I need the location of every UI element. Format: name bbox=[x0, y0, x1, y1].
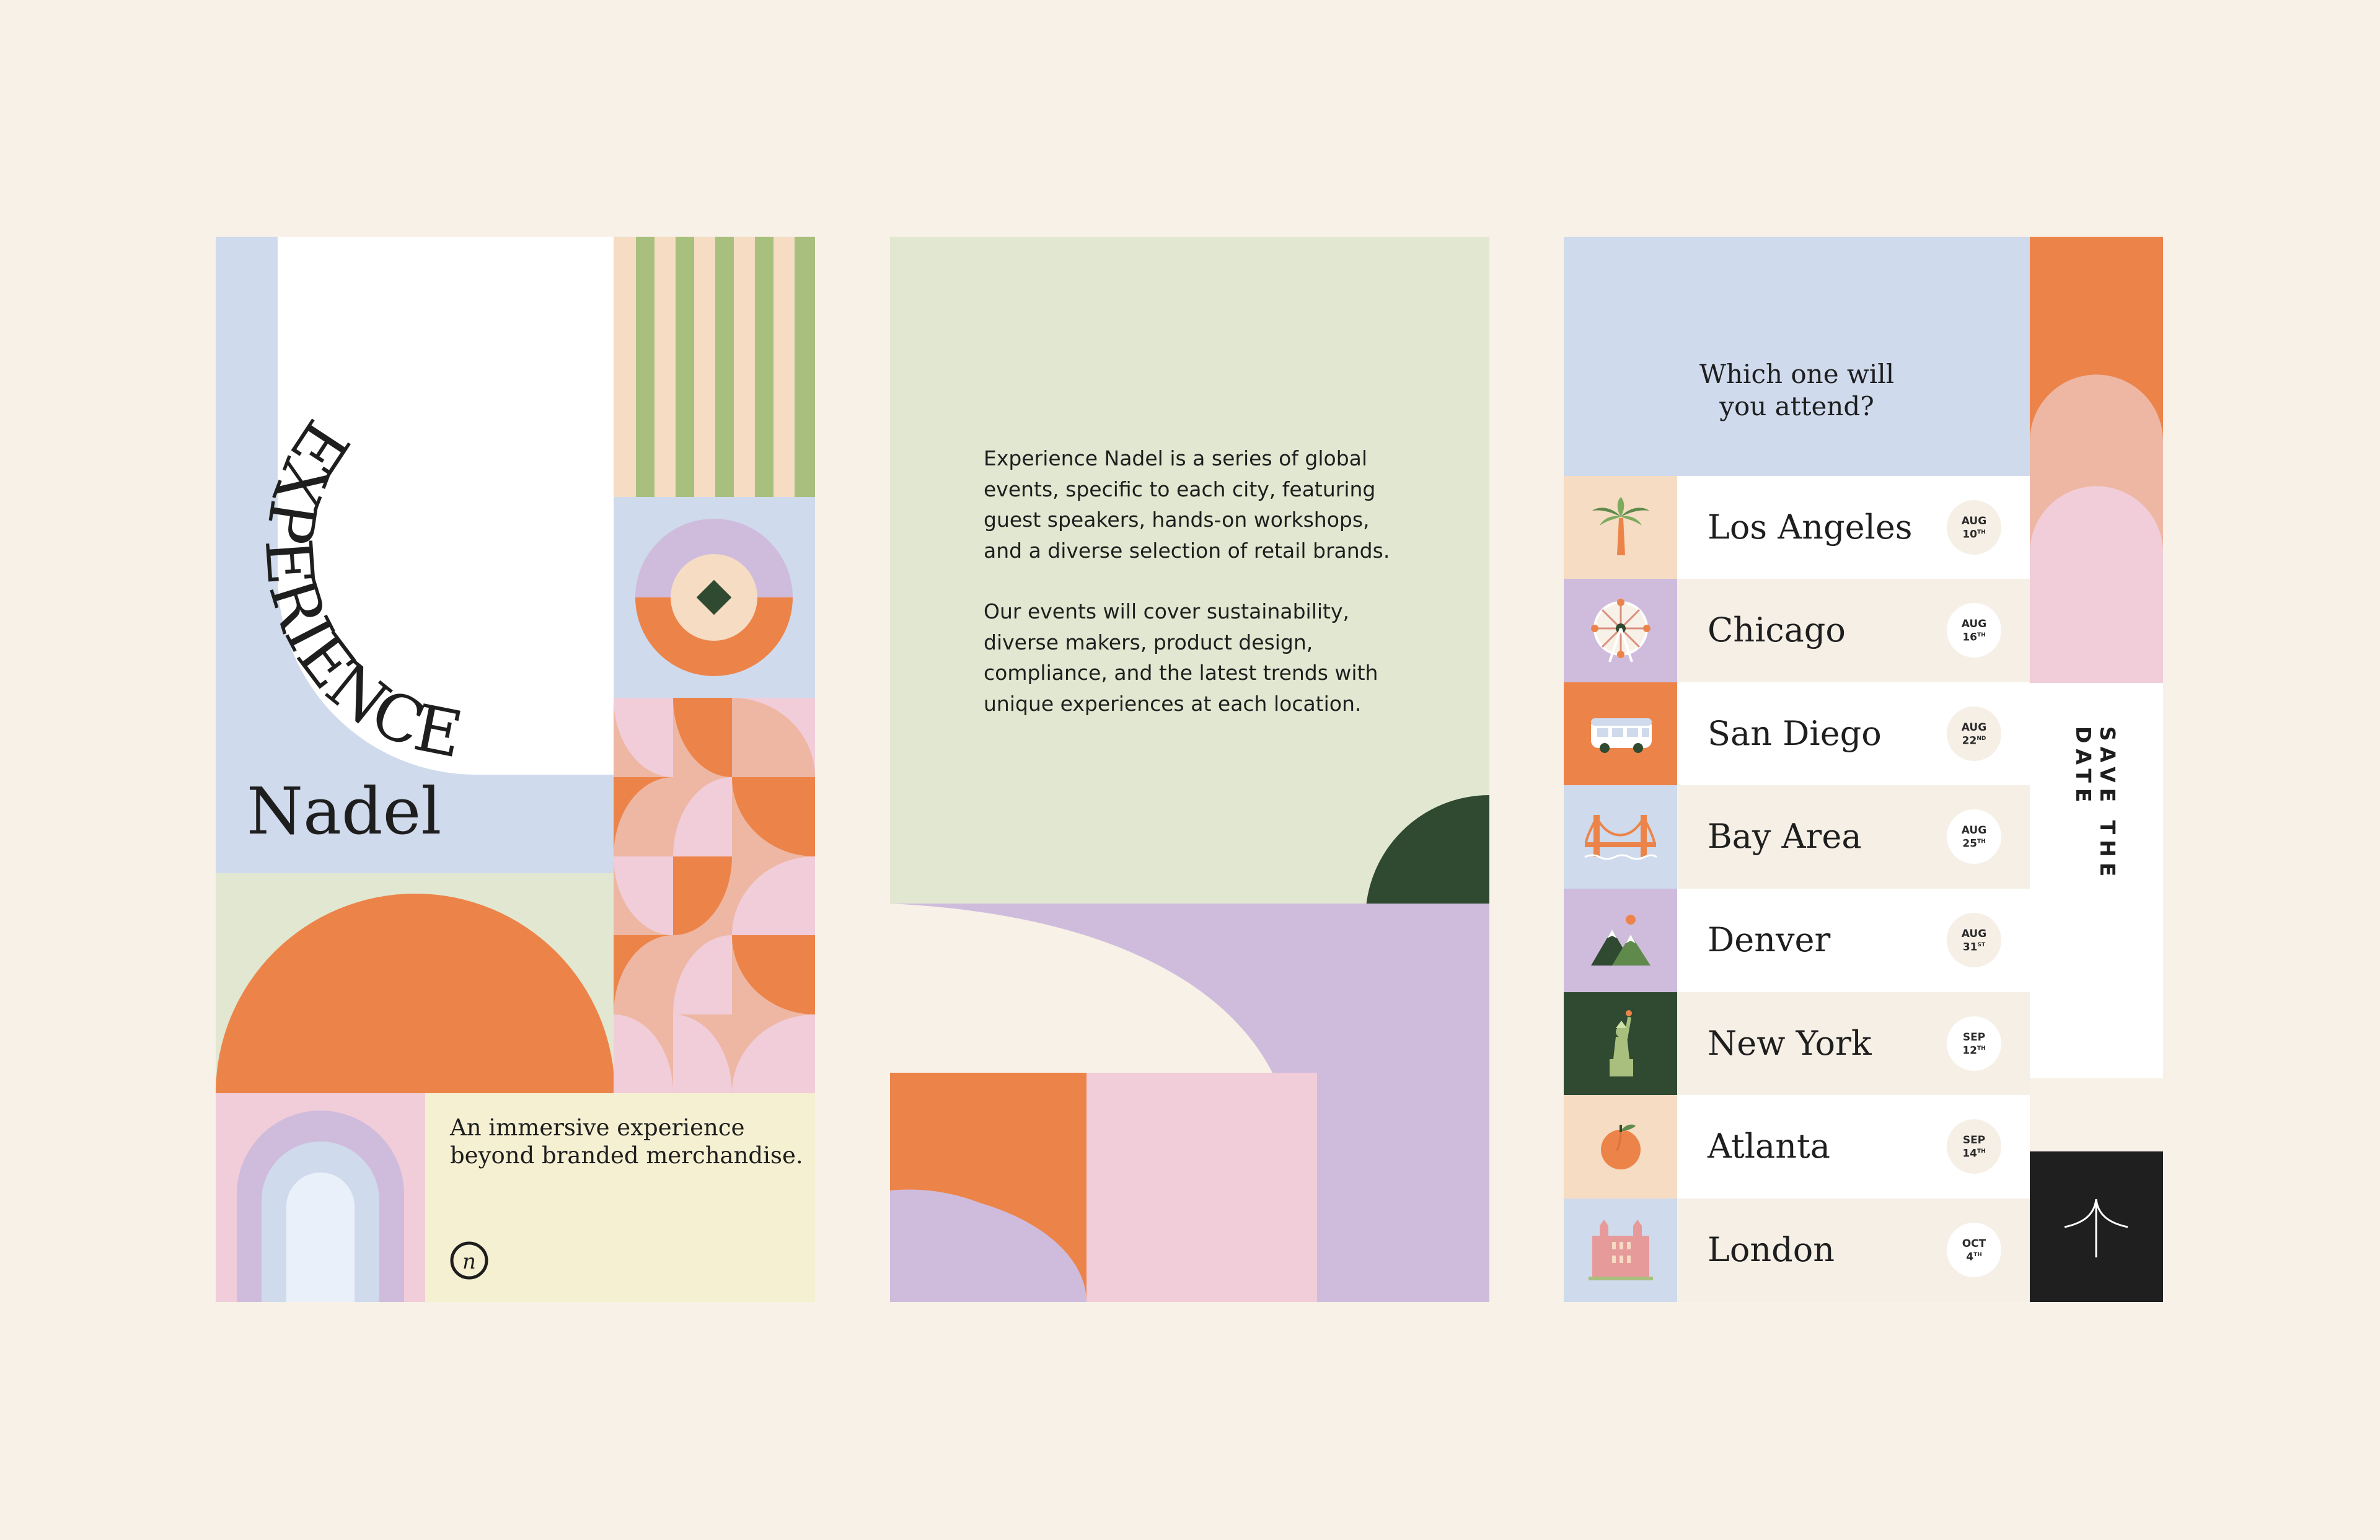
save-the-date-text: SAVE THE DATE bbox=[2071, 726, 2120, 882]
city-name: London bbox=[1708, 1230, 1835, 1269]
city-name: Denver bbox=[1708, 920, 1831, 959]
ferris-wheel-icon bbox=[1564, 579, 1677, 682]
camper-van-icon bbox=[1564, 682, 1677, 785]
event-row-atlanta[interactable]: Atlanta SEP 14TH bbox=[1564, 1095, 2030, 1199]
mountains-icon bbox=[1564, 889, 1677, 992]
golden-gate-bridge-icon bbox=[1564, 785, 1677, 889]
schedule-question: Which one will you attend? bbox=[1699, 359, 1895, 421]
tagline: An immersive experience beyond branded m… bbox=[450, 1114, 803, 1169]
statue-of-liberty-icon bbox=[1564, 992, 1677, 1095]
tagline-line-1: An immersive experience bbox=[450, 1114, 745, 1141]
event-row-bay-area[interactable]: Bay Area AUG 25TH bbox=[1564, 785, 2030, 889]
event-row-san-diego[interactable]: San Diego AUG 22ND bbox=[1564, 682, 2030, 785]
info-panel: Experience Nadel is a series of global e… bbox=[890, 237, 1489, 1302]
schedule-panel: Which one will you attend? SAVE THE DATE bbox=[1564, 237, 2163, 1302]
city-name: Bay Area bbox=[1708, 817, 1862, 856]
date-badge: SEP 14TH bbox=[1947, 1119, 2001, 1174]
peach-icon bbox=[1564, 1095, 1677, 1199]
date-badge: AUG 25TH bbox=[1947, 809, 2001, 864]
date-badge: AUG 10TH bbox=[1947, 500, 2001, 555]
date-badge: OCT 4TH bbox=[1947, 1223, 2001, 1277]
info-text: Experience Nadel is a series of global e… bbox=[984, 443, 1417, 719]
schedule-header: Which one will you attend? bbox=[1564, 237, 2030, 476]
event-list: Los Angeles AUG 10TH Chicago AUG 16TH Sa… bbox=[1564, 476, 2030, 1302]
event-row-denver[interactable]: Denver AUG 31ST bbox=[1564, 889, 2030, 992]
tagline-line-2: beyond branded merchandise. bbox=[450, 1142, 803, 1169]
city-name: Chicago bbox=[1708, 610, 1846, 649]
city-name: New York bbox=[1708, 1024, 1872, 1063]
info-paragraph-1: Experience Nadel is a series of global e… bbox=[984, 446, 1390, 563]
city-name: Los Angeles bbox=[1708, 508, 1913, 547]
info-pattern-graphic bbox=[890, 237, 1489, 1302]
logo-letter: n bbox=[462, 1249, 476, 1274]
event-row-chicago[interactable]: Chicago AUG 16TH bbox=[1564, 579, 2030, 682]
cover-panel: EXPERIENCE n Nadel An immersive experien… bbox=[216, 237, 815, 1302]
city-name: San Diego bbox=[1708, 714, 1882, 753]
palace-building-icon bbox=[1564, 1199, 1677, 1302]
date-badge: SEP 12TH bbox=[1947, 1016, 2001, 1071]
nadel-title: Nadel bbox=[247, 773, 442, 849]
palm-tree-icon bbox=[1564, 476, 1677, 579]
event-row-los-angeles[interactable]: Los Angeles AUG 10TH bbox=[1564, 476, 2030, 579]
info-paragraph-2: Our events will cover sustainability, di… bbox=[984, 599, 1378, 716]
event-row-new-york[interactable]: New York SEP 12TH bbox=[1564, 992, 2030, 1095]
date-badge: AUG 31ST bbox=[1947, 913, 2001, 967]
date-badge: AUG 22ND bbox=[1947, 706, 2001, 761]
event-row-london[interactable]: London OCT 4TH bbox=[1564, 1199, 2030, 1302]
city-name: Atlanta bbox=[1708, 1127, 1830, 1166]
date-badge: AUG 16TH bbox=[1947, 603, 2001, 658]
